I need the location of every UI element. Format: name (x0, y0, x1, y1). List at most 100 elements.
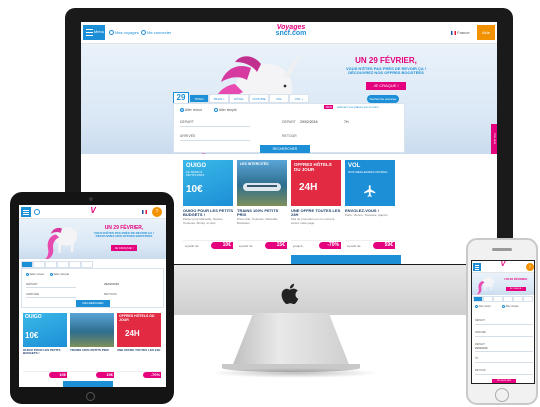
site-logo[interactable]: Voyages sncf.com (273, 24, 309, 38)
site-logo[interactable]: V (81, 206, 105, 214)
menu-button[interactable] (21, 207, 31, 217)
bottom-banner (291, 255, 401, 264)
tab-train-hotel[interactable] (33, 261, 45, 268)
offer-card-price-row: jusqu'à -70% (291, 240, 341, 249)
departure-input[interactable] (26, 287, 76, 288)
trip-type-round[interactable]: Aller retour (475, 305, 491, 308)
trip-type-oneway[interactable]: Aller simple (502, 305, 518, 308)
trip-type-round-label: Aller retour (29, 272, 45, 276)
unicorn-illustration (45, 221, 82, 259)
option-text[interactable]: Achetez vos places sur ce train (337, 105, 379, 109)
hero-cta-button[interactable]: JE CRAQUE ! (366, 82, 406, 90)
menu-button[interactable] (473, 263, 481, 271)
desktop-shadow (210, 368, 380, 378)
offer-card-image-title: OUIGO (186, 163, 207, 169)
tab-flight[interactable]: VOL (269, 94, 289, 103)
tab-flight[interactable] (513, 296, 523, 302)
offer-card-image-title: LES INTERCITÉS (240, 162, 269, 166)
offer-card-intercites[interactable]: LES INTERCITÉS TRAINS 100% PETITS PRIX P… (237, 160, 287, 250)
offer-card-image-price: 10€ (25, 331, 39, 340)
offer-card-text: Partez pour Marseille, Nantes, Toulouse,… (183, 217, 224, 225)
radio-one-way[interactable] (502, 305, 505, 308)
desktop-stand-neck (232, 313, 350, 367)
outbound-time-value[interactable]: 7H (344, 120, 348, 124)
search-form: Aller retour Aller simple DÉPART ARRIVÉE… (173, 103, 405, 153)
advanced-search-button[interactable]: Recherche avancée (367, 95, 399, 103)
radio-one-way[interactable] (50, 272, 53, 276)
hero-cta-button[interactable]: JE CRAQUE ! (506, 287, 526, 291)
radio-round-trip[interactable] (26, 272, 29, 276)
return-date-input[interactable] (475, 374, 533, 375)
nav-link-my-trips[interactable]: Mes voyages (109, 30, 139, 36)
hero-cta-button[interactable]: JE CRAQUE ! (111, 245, 137, 251)
field-outbound-date-label: DÉPART (282, 120, 296, 124)
nav-link-login[interactable]: Me connecter (141, 30, 171, 36)
outbound-date-value[interactable]: 29/02/2016 (104, 282, 119, 286)
tab-flight-hotel[interactable]: VOL + HÔTEL (289, 94, 309, 110)
trip-type-oneway[interactable]: Aller simple (214, 108, 237, 113)
arrival-input[interactable] (475, 336, 533, 337)
arrival-input[interactable] (26, 297, 76, 298)
time-input[interactable] (475, 362, 533, 363)
offer-card-price: -70% (319, 242, 341, 249)
hero-banner: UN 29 FÉVRIER, VOUS N'ÊTES PAS PRÈS DE R… (19, 219, 166, 259)
france-flag-icon[interactable] (142, 210, 147, 214)
tab-train-hotel[interactable]: TRAIN + HÔTEL (209, 94, 229, 110)
plane-icon (364, 185, 376, 197)
radio-round-trip[interactable] (475, 305, 478, 308)
trip-type-oneway[interactable]: Aller simple (50, 272, 69, 276)
offer-card-image-subtitle: NOS MEILLEURES OFFRES (348, 170, 388, 174)
offer-card-ouigo[interactable]: OUIGO LE TRAIN À PETITS PRIX 10€ OUIGO P… (183, 160, 233, 250)
search-submit-button[interactable]: RECHERCHER (492, 379, 516, 383)
user-icon[interactable] (34, 209, 40, 215)
hero-subtitle: VOUS N'ÊTES PAS PRÈS DE REVOIR ÇA ! DÉCO… (89, 231, 159, 239)
outbound-time-value[interactable]: 7H (475, 357, 478, 360)
tab-flight-hotel[interactable] (523, 296, 533, 302)
tab-train[interactable] (21, 261, 33, 268)
offer-card-intercites[interactable]: TRAINS 100% PETITS PRIX 15€ (70, 313, 114, 379)
tab-flight-hotel[interactable] (81, 261, 93, 268)
departure-input[interactable] (475, 324, 533, 325)
search-form: Aller retour Aller simple DÉPART ARRIVÉE… (21, 268, 164, 308)
tab-car[interactable] (503, 296, 513, 302)
search-submit-button[interactable]: RECHERCHER (76, 300, 110, 307)
feedback-side-tab[interactable]: Vos avis (491, 124, 497, 154)
offer-card-image: VOL NOS MEILLEURES OFFRES (345, 160, 395, 206)
site-logo[interactable]: V (496, 261, 510, 268)
offer-card-hotels[interactable]: OFFRES HÔTELS DU JOUR 24H UNE OFFRE TOUT… (291, 160, 341, 250)
site-header: V ? (472, 261, 534, 273)
trip-type-round[interactable]: Aller retour (180, 108, 202, 113)
country-selector[interactable]: France (451, 30, 470, 35)
menu-button[interactable]: Menu (83, 25, 105, 40)
trip-type-oneway-label: Aller simple (53, 272, 70, 276)
departure-input[interactable] (180, 126, 250, 127)
radio-one-way[interactable] (214, 108, 218, 113)
search-submit-button[interactable]: RECHERCHER (260, 145, 310, 153)
tab-hotel[interactable] (45, 261, 57, 268)
phone-home-button[interactable] (495, 388, 509, 402)
outbound-date-value[interactable]: 29/02/2016 (300, 120, 318, 124)
help-button[interactable]: Aide (477, 25, 495, 40)
tab-train-hotel[interactable] (483, 296, 493, 302)
help-button[interactable]: ? (152, 207, 162, 217)
tab-flight[interactable] (69, 261, 81, 268)
tab-car[interactable]: VOITURE (249, 94, 269, 103)
arrival-input[interactable] (180, 140, 250, 141)
outbound-date-input[interactable] (475, 351, 533, 352)
tab-train[interactable]: TRAIN (189, 94, 209, 103)
tab-hotel[interactable]: HÔTEL (229, 94, 249, 103)
outbound-date-value[interactable]: 29/02/2016 (475, 347, 488, 350)
tab-train[interactable] (473, 296, 483, 302)
offer-card-flights[interactable]: VOL NOS MEILLEURES OFFRES ENVOLEZ-VOUS !… (345, 160, 395, 250)
offer-card-ouigo[interactable]: OUIGO 10€ OUIGO POUR LES PETITS BUDGETS … (23, 313, 67, 379)
hero-banner: UN 29 FÉVRIER, JE CRAQUE ! (472, 273, 534, 295)
radio-round-trip[interactable] (180, 108, 184, 113)
offer-card-hotels[interactable]: OFFRES HÔTELS DU JOUR 24H UNE OFFRE TOUT… (117, 313, 161, 379)
tab-hotel[interactable] (493, 296, 503, 302)
field-outbound-date-label: DÉPART (475, 343, 485, 346)
offer-card-price: 15€ (96, 372, 114, 378)
trip-type-round[interactable]: Aller retour (26, 272, 44, 276)
tab-car[interactable] (57, 261, 69, 268)
help-button[interactable]: ? (526, 263, 534, 271)
tablet-home-button[interactable] (86, 392, 95, 401)
